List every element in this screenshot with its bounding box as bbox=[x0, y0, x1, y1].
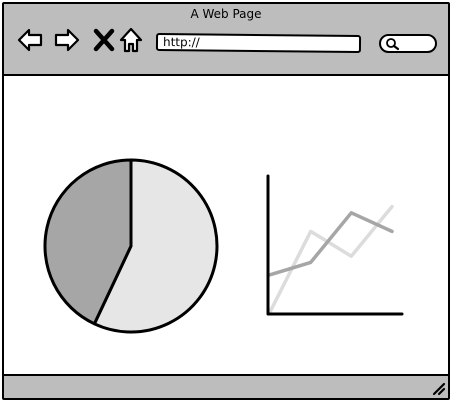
arrow-left-icon[interactable] bbox=[16, 26, 44, 54]
charts-canvas bbox=[43, 158, 404, 334]
window-title: A Web Page bbox=[190, 7, 262, 21]
line-chart bbox=[266, 174, 404, 316]
resize-grip-icon[interactable] bbox=[430, 380, 446, 396]
address-bar-text: http:// bbox=[162, 35, 200, 50]
browser-window: A Web Page http:// bbox=[2, 2, 450, 400]
close-icon[interactable] bbox=[90, 26, 118, 54]
page-content bbox=[4, 76, 448, 372]
search-icon bbox=[386, 38, 400, 51]
address-bar[interactable]: http:// bbox=[155, 32, 362, 54]
status-bar bbox=[4, 374, 448, 398]
home-icon[interactable] bbox=[117, 26, 145, 54]
browser-toolbar: A Web Page http:// bbox=[4, 4, 448, 76]
pie-chart bbox=[43, 158, 219, 334]
arrow-right-icon[interactable] bbox=[53, 26, 81, 54]
search-input[interactable] bbox=[379, 34, 437, 53]
